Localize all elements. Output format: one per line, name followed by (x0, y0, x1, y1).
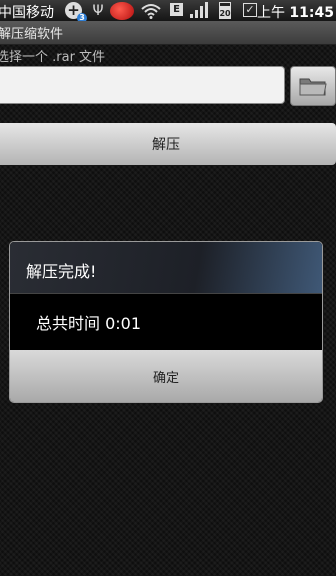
file-path-input[interactable] (0, 66, 285, 104)
dialog-title: 解压完成! (26, 262, 97, 281)
usb-icon: Ψ (92, 2, 104, 19)
battery-icon: 20 (219, 2, 231, 19)
checkbox-icon: ✓ (243, 3, 257, 17)
file-hint-label: 选择一个 .rar 文件 (0, 50, 106, 65)
extract-button[interactable]: 解压 (0, 123, 336, 165)
carrier-name: 中国移动 (0, 5, 54, 21)
clock-time: 11:45 (289, 5, 334, 21)
wifi-icon (141, 2, 161, 19)
dialog-message: 总共时间 0:01 (36, 314, 142, 333)
browse-button[interactable] (290, 66, 336, 106)
clock-period: 上午 (256, 5, 285, 21)
clock: 上午 11:45 (257, 2, 334, 22)
extract-complete-dialog: 解压完成! 总共时间 0:01 确定 (9, 241, 323, 403)
signal-icon (190, 2, 208, 18)
ok-button[interactable]: 确定 (10, 350, 322, 402)
dialog-footer: 确定 (10, 350, 322, 402)
app-title-bar: 解压缩软件 (0, 21, 336, 45)
dialog-body: 总共时间 0:01 (10, 294, 322, 350)
security-shield-icon (110, 2, 134, 20)
app-title: 解压缩软件 (0, 27, 64, 42)
folder-icon (299, 78, 327, 96)
data-e-icon: E (170, 3, 183, 16)
dialog-header: 解压完成! (10, 242, 322, 294)
add-icon: +3 (65, 2, 87, 23)
status-bar: 中国移动 +3 Ψ E 20 ✓ 上午 11:45 (0, 0, 336, 23)
